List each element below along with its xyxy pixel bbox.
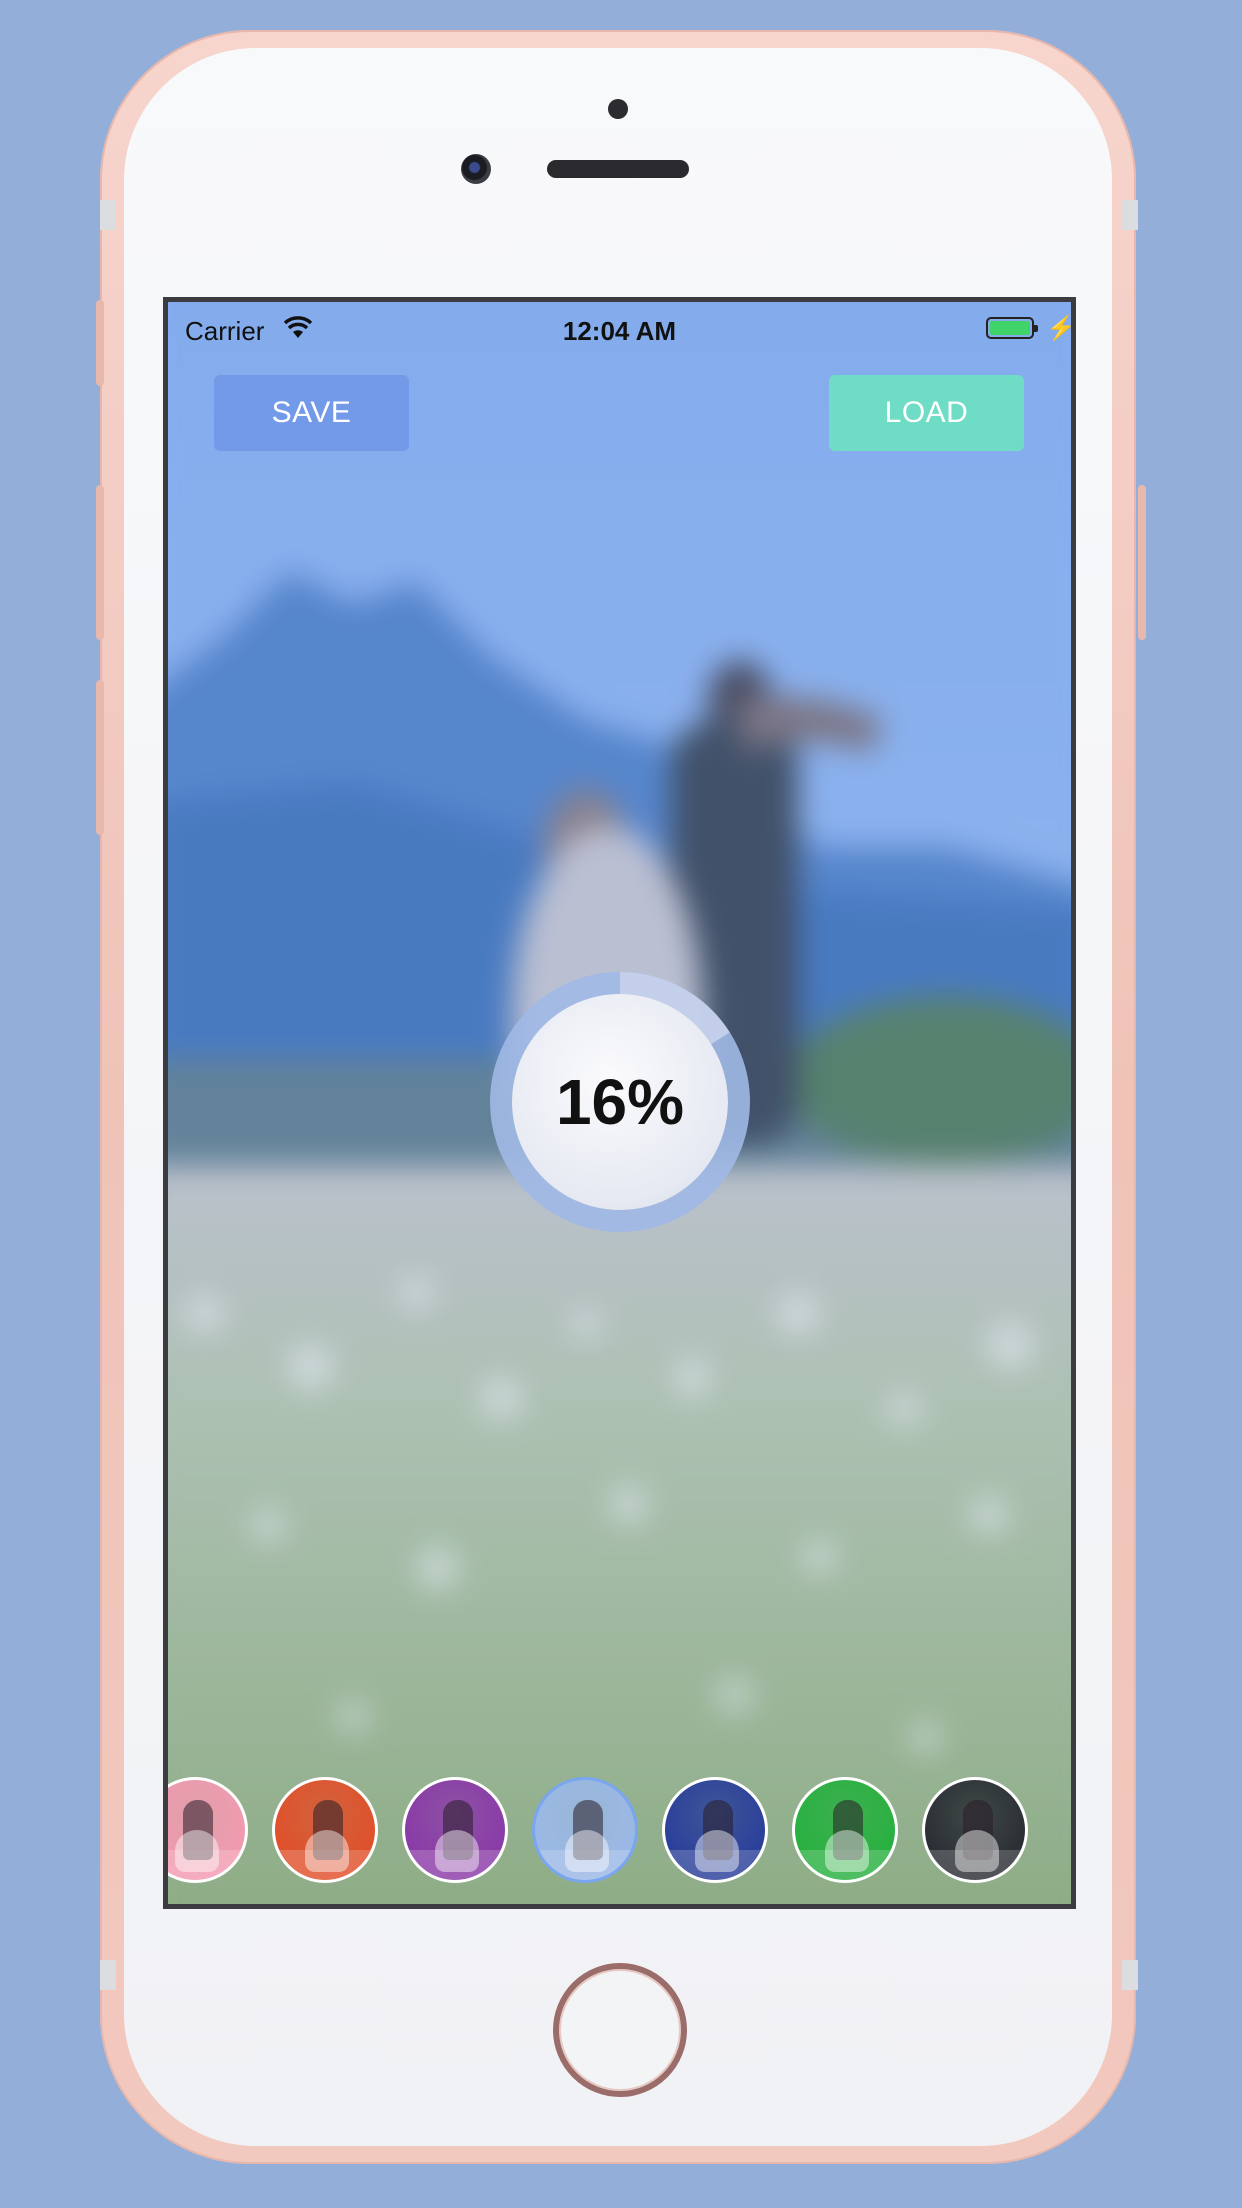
antenna-band [1122,1960,1138,1990]
antenna-band [100,1960,116,1990]
antenna-band [1122,200,1138,230]
battery-icon [986,317,1038,339]
status-bar: Carrier 12:04 AM ⚡ [168,302,1071,358]
antenna-band [100,200,116,230]
progress-indicator: 16% [490,972,750,1232]
filter-thumbnail-original[interactable] [532,1777,638,1883]
save-button[interactable]: SAVE [214,375,409,451]
load-button[interactable]: LOAD [829,375,1024,451]
volume-down-button [96,680,104,835]
filter-thumbnail-blue[interactable] [662,1777,768,1883]
filter-thumbnail-dark[interactable] [922,1777,1028,1883]
filter-thumbnail-pink[interactable] [168,1777,248,1883]
filter-strip[interactable] [168,1777,1071,1887]
status-time: 12:04 AM [562,316,677,346]
filter-thumbnail-red[interactable] [272,1777,378,1883]
progress-label: 16% [512,994,728,1210]
proximity-sensor [608,99,628,119]
home-button[interactable] [553,1963,687,2097]
filter-thumbnail-purple[interactable] [402,1777,508,1883]
app-screen: Carrier 12:04 AM ⚡ SAVE LOAD 16% [163,297,1076,1909]
filter-thumbnail-green[interactable] [792,1777,898,1883]
power-button [1138,485,1146,640]
mute-switch [96,300,104,386]
volume-up-button [96,485,104,640]
charging-bolt-icon: ⚡ [1046,315,1076,342]
front-camera-icon [461,154,491,184]
earpiece-speaker [547,160,689,178]
